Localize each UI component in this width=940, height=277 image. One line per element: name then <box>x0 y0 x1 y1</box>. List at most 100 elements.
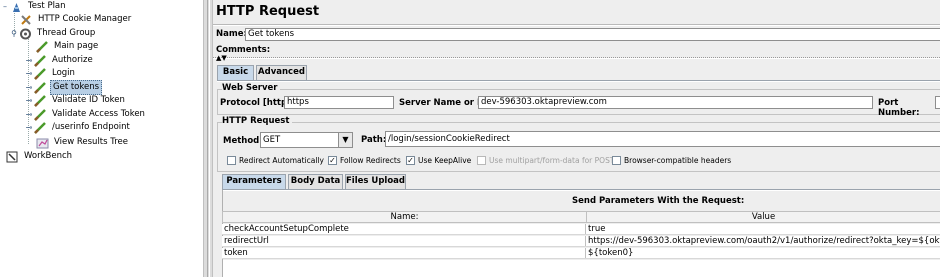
expand-icon[interactable]: ⊸ <box>24 121 34 134</box>
cookie-manager-icon <box>20 14 33 26</box>
pane-splitter[interactable] <box>203 0 213 277</box>
expand-icon[interactable]: ⊸ <box>24 94 34 107</box>
tree-node-main-page[interactable]: Main page <box>36 40 100 53</box>
tree-node-workbench[interactable]: WorkBench <box>6 150 74 163</box>
param-value-cell[interactable]: ${token0} <box>586 248 940 258</box>
port-label: Port Number: <box>878 98 920 118</box>
tree-node-validate-access-token[interactable]: ⊸ Validate Access Token <box>24 108 147 121</box>
checkbox-label: Follow Redirects <box>340 156 401 165</box>
method-label: Method: <box>223 136 263 146</box>
use-keepalive-checkbox[interactable]: ✓ Use KeepAlive <box>406 156 471 165</box>
tab-parameters[interactable]: Parameters <box>222 174 286 189</box>
test-plan-icon <box>10 1 23 13</box>
params-caption: Send Parameters With the Request: <box>572 196 745 206</box>
method-value: GET <box>263 135 281 145</box>
checkbox-label: Use multipart/form-data for POST <box>489 156 615 165</box>
tree-node-cookie-manager[interactable]: HTTP Cookie Manager <box>20 13 133 26</box>
tree-node-test-plan[interactable]: – Test Plan <box>0 0 68 13</box>
tree-node-userinfo-endpoint[interactable]: ⊸ /userinfo Endpoint <box>24 121 132 134</box>
tree-node-authorize[interactable]: ⊸ Authorize <box>24 54 95 67</box>
tree-node-label: Main page <box>54 41 99 51</box>
protocol-input[interactable]: https <box>284 96 394 109</box>
tree-node-thread-group[interactable]: ⚲ Thread Group <box>9 27 97 40</box>
checkbox-label: Redirect Automatically <box>239 156 324 165</box>
tab-underline <box>217 80 940 82</box>
workbench-icon <box>6 151 19 163</box>
sampler-icon <box>36 40 49 53</box>
tree-node-label: /userinfo Endpoint <box>52 122 130 132</box>
expand-icon[interactable]: ⊸ <box>24 54 34 67</box>
name-label: Name: <box>216 29 247 39</box>
test-plan-tree[interactable]: – Test Plan HTTP Cookie Manager ⚲ Thread… <box>0 0 203 277</box>
table-empty-area <box>223 260 940 277</box>
tree-node-label: Validate ID Token <box>52 95 125 105</box>
column-header-value[interactable]: Value <box>586 211 940 223</box>
listener-icon <box>36 137 49 149</box>
param-name-cell[interactable]: token <box>222 248 586 258</box>
redirect-automatically-checkbox[interactable]: Redirect Automatically <box>227 156 324 165</box>
tab-basic[interactable]: Basic <box>217 65 254 80</box>
name-input[interactable]: Get tokens <box>245 28 940 41</box>
collapse-icon[interactable]: ⚲ <box>9 27 19 40</box>
param-value-cell[interactable]: https://dev-596303.oktapreview.com/oauth… <box>586 236 940 246</box>
param-name-cell[interactable]: redirectUrl <box>222 236 586 246</box>
web-server-label: Web Server <box>222 83 281 93</box>
column-header-name[interactable]: Name: <box>222 211 587 223</box>
tab-files-upload[interactable]: Files Upload <box>345 174 406 189</box>
tree-node-label: Validate Access Token <box>52 109 145 119</box>
checkbox-empty-icon <box>612 156 621 165</box>
path-input[interactable]: /login/sessionCookieRedirect <box>385 131 940 147</box>
sampler-icon <box>34 67 47 80</box>
server-label: Server Name or IP: <box>399 98 490 108</box>
method-select[interactable]: GET ▼ <box>260 132 353 148</box>
tree-node-label: Get tokens <box>50 80 103 95</box>
tree-node-label: WorkBench <box>24 151 73 161</box>
tree-node-validate-id-token[interactable]: ⊸ Validate ID Token <box>24 94 127 107</box>
tree-node-label: Authorize <box>52 55 93 65</box>
tab-advanced[interactable]: Advanced <box>256 65 307 80</box>
port-input[interactable] <box>935 96 940 109</box>
table-row[interactable]: token ${token0} <box>222 248 940 259</box>
expand-icon[interactable]: ⊸ <box>24 67 34 80</box>
splitter-grip <box>207 0 210 277</box>
checkbox-empty-icon <box>227 156 236 165</box>
divider <box>213 24 940 26</box>
sampler-icon <box>34 94 47 107</box>
browser-compatible-headers-checkbox[interactable]: Browser-compatible headers <box>612 156 731 165</box>
tree-node-label: View Results Tree <box>54 137 128 147</box>
page-title: HTTP Request <box>216 4 320 19</box>
thread-group-icon <box>19 28 32 40</box>
tree-node-label: Test Plan <box>28 1 66 11</box>
checkbox-checked-icon: ✓ <box>406 156 415 165</box>
param-name-cell[interactable]: checkAccountSetupComplete <box>222 224 586 234</box>
table-row[interactable]: redirectUrl https://dev-596303.oktaprevi… <box>222 236 940 247</box>
tree-node-label: Login <box>52 68 75 78</box>
sampler-icon <box>34 108 47 121</box>
sampler-icon <box>34 81 47 94</box>
param-tab-underline <box>222 189 940 191</box>
table-row[interactable]: checkAccountSetupComplete true <box>222 224 940 235</box>
checkbox-label: Browser-compatible headers <box>624 156 732 165</box>
dropdown-arrow-icon[interactable]: ▼ <box>338 133 352 147</box>
http-request-group-label: HTTP Request <box>222 116 293 126</box>
tree-node-get-tokens[interactable]: ⊸ Get tokens <box>24 80 103 95</box>
tab-body-data[interactable]: Body Data <box>288 174 343 189</box>
checkbox-empty-icon <box>477 156 486 165</box>
param-value-cell[interactable]: true <box>586 224 940 234</box>
expand-icon[interactable]: ⊸ <box>24 108 34 121</box>
multipart-checkbox: Use multipart/form-data for POST <box>477 156 614 165</box>
checkbox-checked-icon: ✓ <box>328 156 337 165</box>
path-label: Path: <box>361 135 387 145</box>
tree-node-view-results-tree[interactable]: View Results Tree <box>36 136 130 149</box>
checkbox-label: Use KeepAlive <box>418 156 472 165</box>
collapse-icon[interactable]: – <box>0 0 10 13</box>
tree-node-login[interactable]: ⊸ Login <box>24 67 77 80</box>
sampler-icon <box>34 121 47 134</box>
server-name-input[interactable]: dev-596303.oktapreview.com <box>478 96 873 109</box>
follow-redirects-checkbox[interactable]: ✓ Follow Redirects <box>328 156 401 165</box>
resize-handle-icon[interactable]: ▲▼ <box>216 55 227 62</box>
http-request-panel: HTTP Request Name: Get tokens Comments: … <box>213 0 940 277</box>
sampler-icon <box>34 54 47 67</box>
tree-node-label: Thread Group <box>37 28 96 38</box>
expand-icon[interactable]: ⊸ <box>24 81 34 94</box>
